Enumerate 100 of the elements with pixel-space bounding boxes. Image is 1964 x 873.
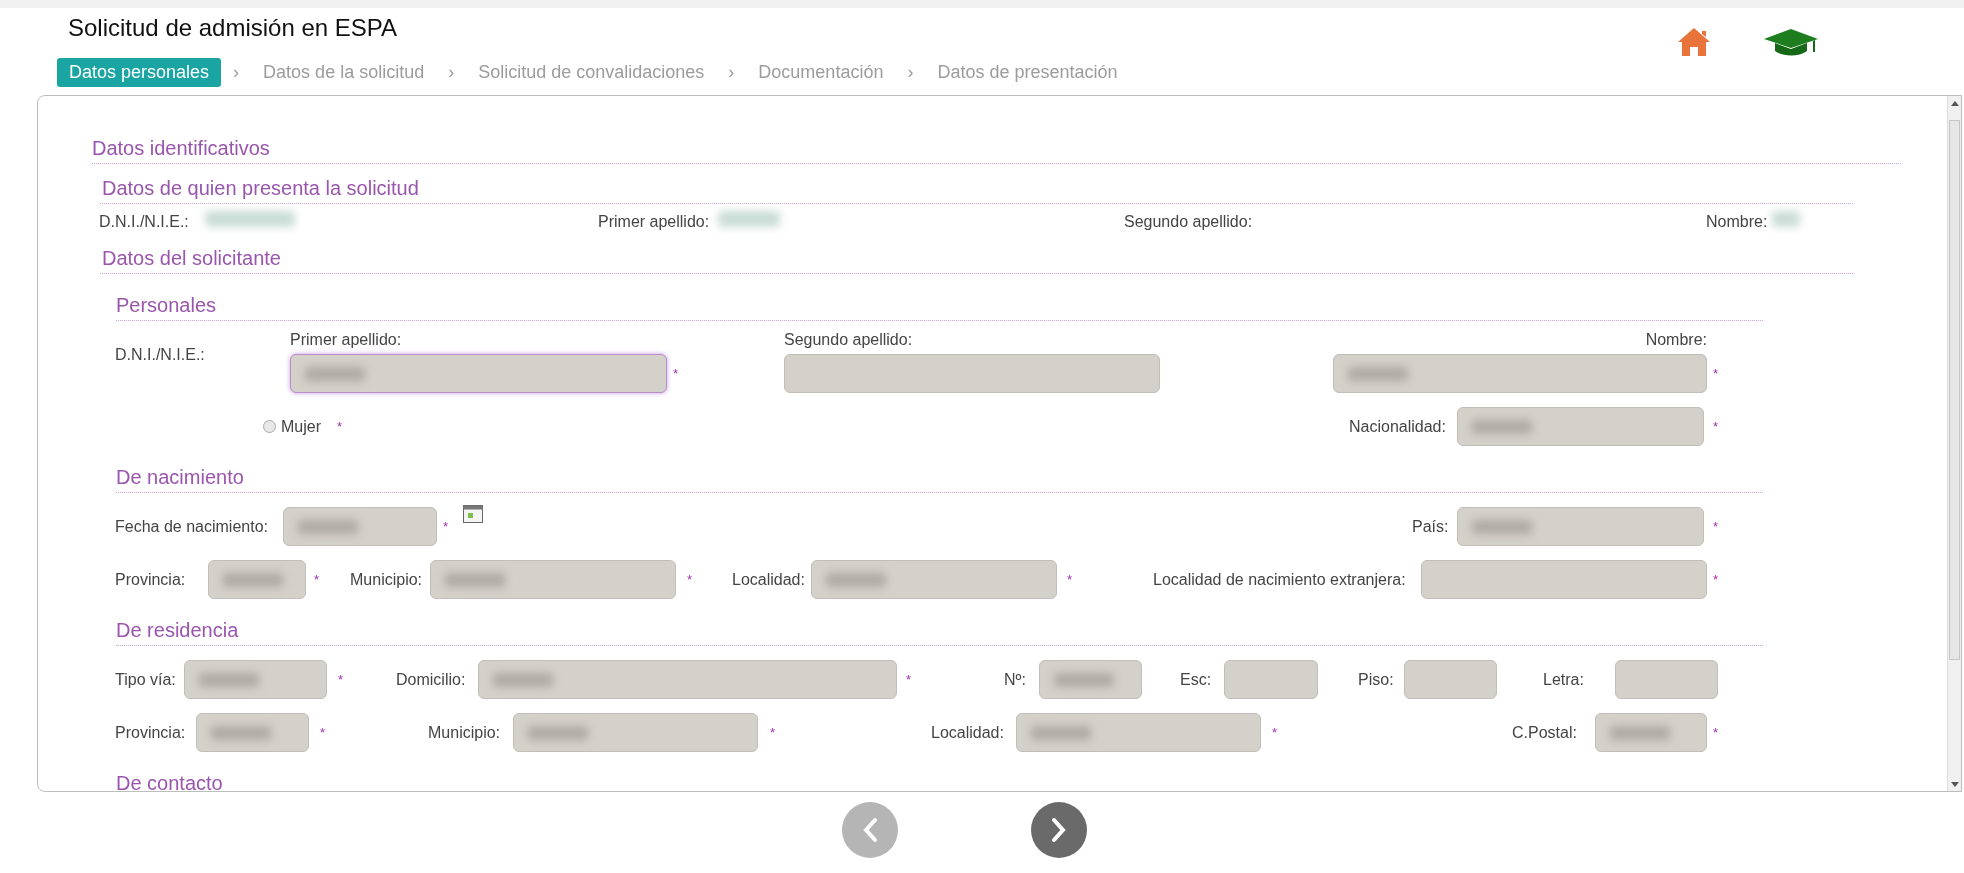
input-field[interactable] [811, 560, 1057, 599]
blurred-text [211, 725, 271, 740]
input-field[interactable] [1404, 660, 1497, 699]
required-mark: * [673, 364, 679, 383]
blurred-text [298, 519, 358, 534]
home-icon[interactable] [1677, 26, 1711, 57]
separator: › [907, 61, 914, 84]
input-field[interactable] [1333, 354, 1707, 393]
blurred-text [1472, 419, 1532, 434]
blurred-text [1031, 725, 1091, 740]
input-field[interactable] [283, 507, 437, 546]
section-heading: Datos del solicitante [100, 246, 1853, 274]
input-field[interactable] [1016, 713, 1261, 752]
separator: › [233, 61, 240, 84]
field-label: Primer apellido: [598, 212, 710, 232]
blurred-text [199, 672, 259, 687]
step-tab[interactable]: Datos de la solicitud [251, 58, 437, 87]
field-label: Nacionalidad: [1349, 416, 1446, 437]
scrollbar[interactable] [1947, 96, 1961, 791]
input-field[interactable] [208, 560, 306, 599]
blurred-text [305, 366, 365, 381]
section-heading: Datos identificativos [92, 136, 1901, 164]
input-field[interactable] [784, 354, 1160, 393]
field-label: Segundo apellido: [1124, 212, 1253, 232]
input-field[interactable] [1595, 713, 1707, 752]
section-heading: De residencia [116, 618, 1763, 646]
required-mark: * [687, 570, 693, 589]
required-mark: * [1713, 417, 1719, 436]
input-field[interactable] [513, 713, 758, 752]
field-label: Segundo apellido: [784, 331, 914, 349]
required-mark: * [338, 670, 344, 689]
separator: › [728, 61, 735, 84]
input-field[interactable] [290, 354, 667, 393]
blurred-text [528, 725, 588, 740]
blurred-text [826, 572, 886, 587]
field-label: Localidad: [732, 569, 805, 590]
input-field[interactable] [1457, 407, 1704, 446]
separator: › [448, 61, 455, 84]
step-tab[interactable]: Datos de presentación [925, 58, 1130, 87]
required-mark: * [314, 570, 320, 589]
input-field[interactable] [196, 713, 309, 752]
required-mark: * [770, 723, 776, 742]
section-heading: De contacto [116, 771, 1763, 791]
graduation-cap-icon[interactable] [1763, 27, 1819, 56]
required-mark: * [1713, 723, 1719, 742]
field-label: D.N.I./N.I.E.: [115, 345, 205, 365]
field-label: Nombre: [1644, 331, 1707, 349]
field-label: Municipio: [350, 569, 423, 590]
field-label: Localidad de nacimiento extranjera: [1153, 569, 1406, 590]
radio-label[interactable]: Mujer [281, 414, 321, 439]
field-label: Nombre: [1706, 212, 1768, 232]
step-tab[interactable]: Solicitud de convalidaciones [466, 58, 717, 87]
field-label: Piso: [1358, 669, 1394, 690]
required-mark: * [1713, 517, 1719, 536]
required-mark: * [320, 723, 326, 742]
step-tab[interactable]: Documentación [746, 58, 896, 87]
blurred-text [445, 572, 505, 587]
field-label: D.N.I./N.I.E.: [99, 212, 189, 232]
field-label: Primer apellido: [290, 331, 403, 349]
input-field[interactable] [478, 660, 897, 699]
input-field[interactable] [1224, 660, 1318, 699]
page-title: Solicitud de admisión en ESPA [68, 14, 399, 42]
blurred-text [1610, 725, 1670, 740]
input-field[interactable] [430, 560, 676, 599]
blurred-text [1472, 519, 1532, 534]
blurred-text [493, 672, 553, 687]
required-mark: * [1067, 570, 1073, 589]
field-label: Municipio: [428, 722, 501, 743]
input-field[interactable] [1615, 660, 1718, 699]
section-heading: Datos de quien presenta la solicitud [100, 176, 1853, 204]
field-label: País: [1412, 516, 1449, 537]
field-label: Letra: [1543, 669, 1584, 690]
field-label: C.Postal: [1512, 722, 1577, 743]
input-field[interactable] [1039, 660, 1142, 699]
required-mark: * [1713, 364, 1719, 383]
section-heading: De nacimiento [116, 465, 1763, 493]
scroll-down-arrow-icon[interactable] [1950, 781, 1959, 787]
field-label: Provincia: [115, 722, 186, 743]
calendar-icon[interactable] [463, 505, 483, 523]
section-heading: Personales [116, 293, 1763, 321]
blurred-text [1054, 672, 1114, 687]
radio-button[interactable] [263, 420, 276, 433]
chevron-right-icon [1049, 817, 1068, 843]
field-label: Localidad: [931, 722, 1004, 743]
input-field[interactable] [184, 660, 327, 699]
input-field[interactable] [1457, 507, 1704, 546]
field-label: Fecha de nacimiento: [115, 516, 268, 537]
step-tab[interactable]: Datos personales [57, 58, 222, 87]
blurred-text [223, 572, 283, 587]
required-mark: * [1272, 723, 1278, 742]
required-mark: * [443, 517, 449, 536]
field-label: Nº: [1004, 669, 1026, 690]
field-label: Provincia: [115, 569, 186, 590]
input-field[interactable] [1421, 560, 1707, 599]
field-label: Tipo vía: [115, 669, 176, 690]
required-mark: * [337, 417, 343, 436]
blurred-text [1348, 366, 1408, 381]
required-mark: * [906, 670, 912, 689]
field-label: Domicilio: [396, 669, 466, 690]
scroll-up-arrow-icon[interactable] [1950, 100, 1959, 106]
